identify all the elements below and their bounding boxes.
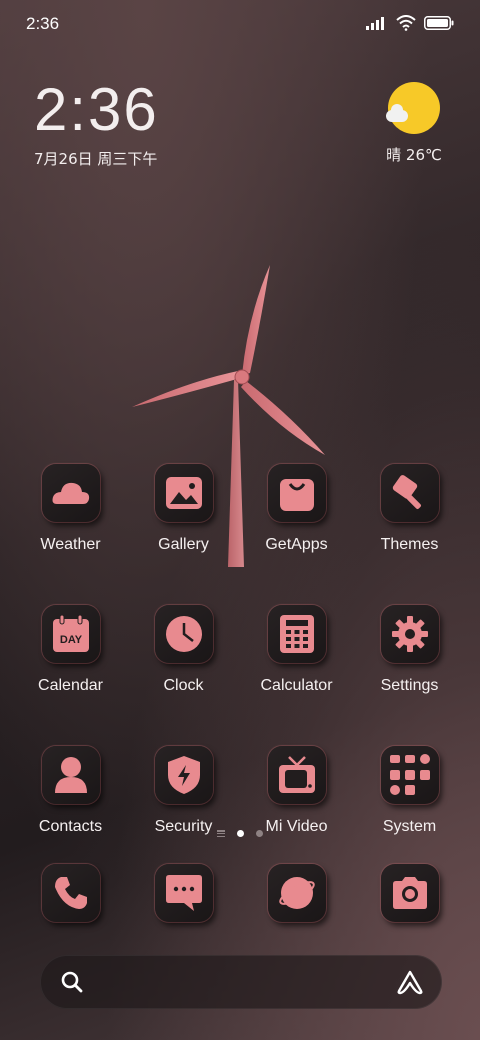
app-calendar[interactable]: DAY Calendar: [14, 601, 127, 695]
feed-page-icon: [217, 830, 225, 837]
phone-icon: [41, 864, 100, 922]
gear-icon: [380, 605, 439, 663]
battery-icon: [424, 16, 454, 30]
widget-date: 7月26日 周三下午: [34, 150, 158, 168]
dock-browser[interactable]: [240, 860, 353, 926]
sunny-icon: [386, 82, 440, 134]
app-label: Gallery: [158, 536, 209, 553]
app-label: Calculator: [260, 677, 333, 694]
widget-time: 2:36: [34, 76, 159, 143]
app-security[interactable]: Security: [127, 742, 240, 836]
page-dot: [256, 830, 263, 837]
wifi-icon: [396, 15, 416, 31]
weather-widget[interactable]: 晴 26℃: [382, 82, 446, 165]
camera-icon: [380, 864, 439, 922]
status-icons: [366, 15, 454, 31]
app-system-folder[interactable]: System: [353, 742, 466, 836]
app-label: Clock: [163, 677, 204, 694]
dock-phone[interactable]: [14, 860, 127, 926]
weather-cloud-icon: [41, 464, 100, 522]
shield-icon: [154, 746, 213, 804]
app-gallery[interactable]: Gallery: [127, 460, 240, 554]
gallery-icon: [154, 464, 213, 522]
app-contacts[interactable]: Contacts: [14, 742, 127, 836]
app-clock[interactable]: Clock: [127, 601, 240, 695]
clock-widget[interactable]: 2:36 7月26日 周三下午: [34, 78, 159, 169]
app-weather[interactable]: Weather: [14, 460, 127, 554]
app-label: Calendar: [38, 677, 103, 694]
app-row: DAY Calendar Clock Calculator Settings: [14, 601, 466, 695]
browser-planet-icon: [267, 864, 326, 922]
clock-icon: [154, 605, 213, 663]
page-indicator[interactable]: [0, 830, 480, 837]
app-mi-video[interactable]: Mi Video: [240, 742, 353, 836]
dock-messages[interactable]: [127, 860, 240, 926]
shopping-bag-icon: [267, 464, 326, 522]
app-row: Weather Gallery GetApps Themes: [14, 460, 466, 554]
app-label: GetApps: [265, 536, 328, 553]
status-time: 2:36: [26, 14, 60, 33]
page-dot-active: [237, 830, 244, 837]
app-label: Weather: [40, 536, 101, 553]
app-label: Settings: [380, 677, 439, 694]
status-bar: 2:36: [0, 0, 480, 50]
app-row: Contacts Security Mi Video System: [14, 742, 466, 836]
app-settings[interactable]: Settings: [353, 601, 466, 695]
paint-roller-icon: [380, 464, 439, 522]
calendar-icon: DAY: [41, 605, 100, 663]
app-calculator[interactable]: Calculator: [240, 601, 353, 695]
voice-assistant-icon[interactable]: [396, 969, 424, 995]
app-grid: Weather Gallery GetApps Themes DAY Calen…: [14, 460, 466, 883]
dock-camera[interactable]: [353, 860, 466, 926]
signal-icon: [366, 17, 384, 30]
app-themes[interactable]: Themes: [353, 460, 466, 554]
calendar-icon-text: DAY: [59, 634, 82, 646]
calculator-icon: [267, 605, 326, 663]
person-icon: [41, 746, 100, 804]
app-label: Themes: [380, 536, 439, 553]
message-icon: [154, 864, 213, 922]
app-getapps[interactable]: GetApps: [240, 460, 353, 554]
search-bar[interactable]: [40, 955, 442, 1009]
folder-grid-icon: [380, 746, 439, 804]
search-icon[interactable]: [60, 970, 84, 994]
tv-icon: [267, 746, 326, 804]
weather-text: 晴 26℃: [386, 146, 442, 164]
dock: [14, 860, 466, 926]
